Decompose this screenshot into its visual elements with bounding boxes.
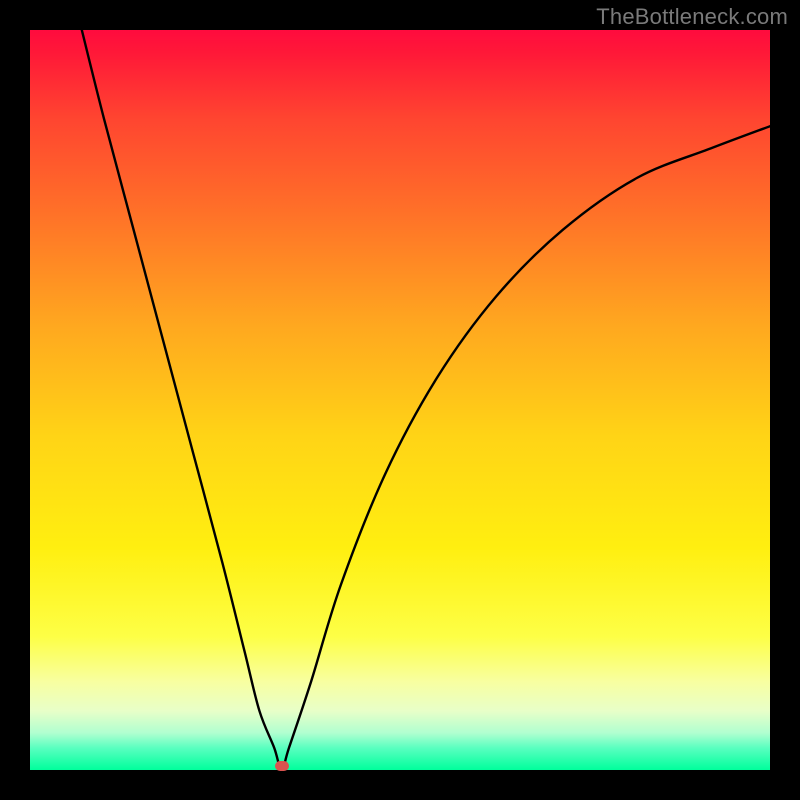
bottleneck-curve (82, 30, 770, 770)
minimum-marker (275, 761, 289, 771)
chart-svg (30, 30, 770, 770)
plot-area (30, 30, 770, 770)
watermark: TheBottleneck.com (596, 4, 788, 30)
